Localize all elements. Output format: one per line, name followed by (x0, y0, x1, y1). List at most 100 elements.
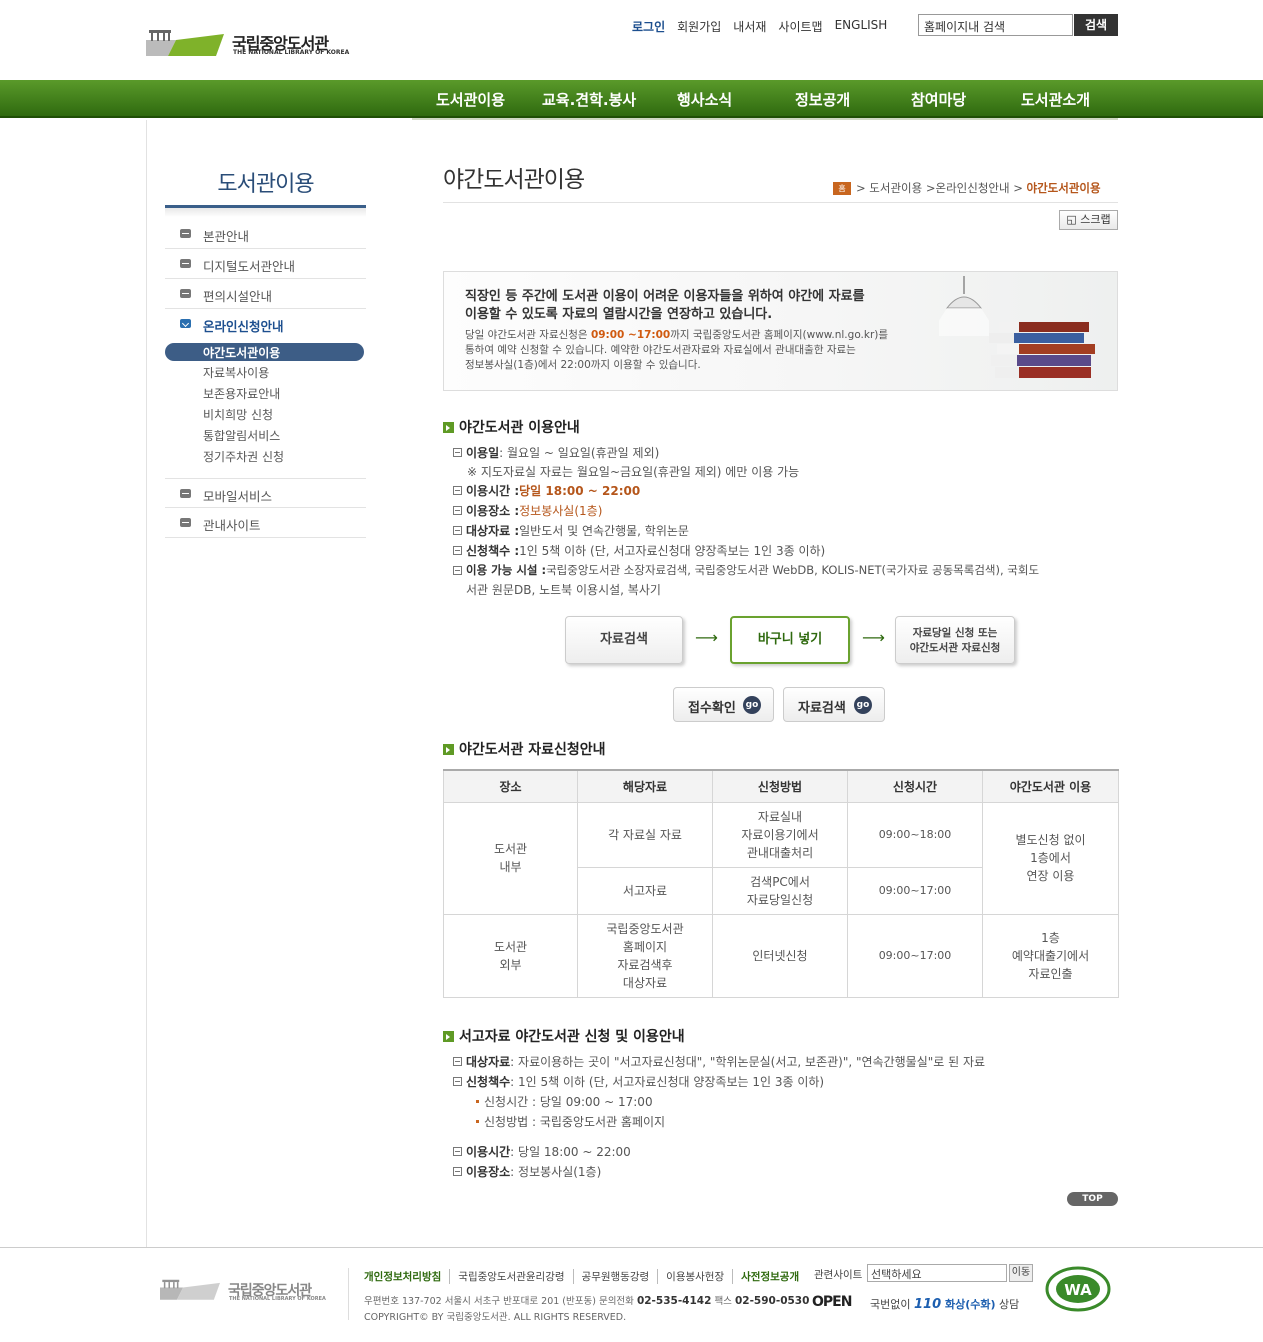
info-key: 이용 가능 시설 : (466, 563, 547, 577)
banner-text: 통하여 예약 신청할 수 있습니다. 예약한 야간도서관자료와 자료실에서 관내… (465, 344, 856, 356)
info-row-place: 이용장소 : 정보봉사실(1층) (453, 1163, 601, 1180)
arrow-right-icon: ⟶ (695, 628, 718, 647)
table-cell-use: 별도신청 없이 1층에서 연장 이용 (982, 801, 1119, 915)
table-row: 도서관 내부 각 자료실 자료 자료실내 자료이용기에서 관내대출처리 09:00~1… (443, 801, 1119, 915)
section-title-request-guide: 야간도서관 자료신청안내 (443, 739, 606, 759)
info-value: 정보봉사실(1층) (519, 504, 603, 518)
books-icon (989, 322, 1095, 378)
lamp-icon (939, 276, 989, 336)
sidebar-item-digital-library[interactable]: 디지털도서관안내 (165, 249, 366, 279)
info-value: : 1인 5책 이하 (단, 서고자료신청대 양장족보는 1인 3종 이하) (510, 1075, 825, 1089)
scrap-label: 스크랩 (1080, 213, 1111, 226)
sidebar-item-internal-sites[interactable]: 관내사이트 (165, 508, 366, 538)
sidebar-item-main-hall[interactable]: 본관안내 (165, 219, 366, 249)
table-cell-item: 서고자료 (577, 866, 713, 915)
conduct-code-link[interactable]: 공무원행동강령 (572, 1269, 658, 1284)
flow-step-text: 야간도서관 자료신청 (909, 642, 1001, 654)
breadcrumb-online-request[interactable]: 온라인신청안내 (936, 180, 1010, 196)
go-icon: go (743, 696, 761, 714)
sidebar-item-online-request[interactable]: 온라인신청안내 (165, 309, 366, 339)
sidebar-subitem-notification[interactable]: 통합알림서비스 (203, 427, 280, 444)
subitem-label: 야간도서관이용 (203, 346, 281, 360)
search-button[interactable]: 검색 (1074, 14, 1118, 36)
info-value: : 자료이용하는 곳이 "서고자료신청대", "학위논문실(서고, 보존관)",… (510, 1055, 986, 1069)
info-row-count: 신청책수 : 1인 5책 이하 (단, 서고자료신청대 양장족보는 1인 3종 … (453, 1073, 824, 1090)
nav-participation[interactable]: 참여마당 (911, 89, 966, 110)
nav-about[interactable]: 도서관소개 (1021, 89, 1090, 110)
footer-separator (348, 1268, 349, 1320)
library-logo-icon (146, 30, 224, 56)
sidebar-item-facilities[interactable]: 편의시설안내 (165, 279, 366, 309)
english-link[interactable]: ENGLISH (835, 18, 888, 35)
consult-text: 상담 (995, 1298, 1020, 1311)
scrap-button[interactable]: ◱ 스크랩 (1059, 210, 1118, 230)
prior-disclosure-link[interactable]: 사전정보공개 (732, 1269, 807, 1284)
utility-nav: 로그인 회원가입 내서재 사이트맵 ENGLISH (632, 18, 899, 35)
info-key: 신청책수 (466, 1075, 511, 1089)
info-key: 대상자료 (466, 1055, 511, 1069)
sidebar-subitem-parking[interactable]: 정기주차권 신청 (203, 448, 284, 465)
table-cell-method: 검색PC에서 자료당일신청 (712, 866, 848, 915)
signup-link[interactable]: 회원가입 (677, 18, 721, 35)
table-cell-place: 도서관 외부 (443, 913, 578, 998)
column-header: 장소 (443, 769, 578, 803)
web-accessibility-mark-icon: WA (1045, 1266, 1111, 1312)
breadcrumb-library-use[interactable]: 도서관이용 (869, 180, 922, 196)
sidebar-divider (146, 120, 147, 1248)
info-row-target: 대상자료 : 자료이용하는 곳이 "서고자료신청대", "학위논문실(서고, 보… (453, 1053, 985, 1070)
info-row-facility: 이용 가능 시설 : 국립중앙도서관 소장자료검색, 국립중앙도서관 WebDB… (453, 562, 1039, 578)
phone-number: 02-535-4142 (636, 1295, 712, 1307)
title-divider (443, 202, 1118, 203)
related-sites-select[interactable]: 선택하세요 (867, 1264, 1007, 1282)
intro-banner: 직장인 등 주간에 도서관 이용이 어려운 이용자들을 위하여 야간에 자료를 이… (443, 271, 1118, 391)
column-header: 신청시간 (847, 769, 983, 803)
sidebar-subitem-copy[interactable]: 자료복사이용 (203, 364, 269, 381)
table-cell-time: 09:00~18:00 (847, 801, 983, 868)
info-row-count: 신청책수 : 1인 5책 이하 (단, 서고자료신청대 양장족보는 1인 3종 … (453, 542, 825, 559)
table-cell-item: 국립중앙도서관 홈페이지 자료검색후 대상자료 (577, 913, 713, 998)
info-row-time: 이용시간 : 당일 18:00 ~ 22:00 (453, 1143, 631, 1160)
dot-icon (476, 1120, 479, 1123)
info-key: 이용장소 : (466, 504, 520, 518)
collapse-icon (180, 489, 191, 498)
section-title-text: 야간도서관 자료신청안내 (459, 742, 606, 758)
nav-information[interactable]: 정보공개 (795, 89, 850, 110)
service-charter-link[interactable]: 이용봉사헌장 (657, 1269, 732, 1284)
related-sites-go-button[interactable]: 이동 (1009, 1264, 1033, 1282)
bullet-arrow-icon (443, 1030, 454, 1042)
sidebar-subitem-preservation[interactable]: 보존용자료안내 (203, 385, 280, 402)
check-receipt-button[interactable]: 접수확인 go (673, 687, 774, 722)
main-nav: 도서관이용 교육.견학.봉사 행사소식 정보공개 참여마당 도서관소개 (0, 80, 1263, 118)
nav-library-use[interactable]: 도서관이용 (436, 89, 505, 110)
sitemap-link[interactable]: 사이트맵 (778, 18, 822, 35)
home-icon[interactable]: 홈 (833, 181, 851, 195)
nav-education[interactable]: 교육.견학.봉사 (542, 89, 636, 110)
info-value: 신청시간 : 당일 09:00 ~ 17:00 (484, 1095, 653, 1109)
privacy-policy-link[interactable]: 개인정보처리방침 (364, 1269, 449, 1284)
collapse-icon (180, 259, 191, 268)
ethics-code-link[interactable]: 국립중앙도서관윤리강령 (449, 1269, 572, 1284)
bullet-icon (453, 486, 462, 495)
banner-text: 당일 야간도서관 자료신청은 (465, 329, 591, 341)
footer-logo: 국립중앙도서관 THE NATIONAL LIBRARY OF KOREA (160, 1278, 335, 1304)
table-cell-time: 09:00~17:00 (847, 866, 983, 915)
column-header: 신청방법 (712, 769, 848, 803)
sidebar-item-mobile[interactable]: 모바일서비스 (165, 478, 366, 508)
top-button[interactable]: TOP (1067, 1192, 1118, 1206)
search-materials-button[interactable]: 자료검색 go (783, 687, 885, 722)
arrow-right-icon: ⟶ (862, 628, 885, 647)
site-search-input[interactable]: 홈페이지내 검색 (918, 14, 1073, 36)
info-row-facility-cont: 서관 원문DB, 노트북 이용시설, 복사기 (466, 581, 661, 598)
site-logo[interactable]: 국립중앙도서관 THE NATIONAL LIBRARY OF KOREA (146, 28, 356, 58)
login-link[interactable]: 로그인 (632, 18, 665, 35)
sidebar-subitem-purchase-request[interactable]: 비치희망 신청 (203, 406, 273, 423)
nav-events[interactable]: 행사소식 (677, 89, 732, 110)
my-library-link[interactable]: 내서재 (733, 18, 766, 35)
section-title-stack-materials: 서고자료 야간도서관 신청 및 이용안내 (443, 1026, 685, 1046)
info-key: 이용시간 (466, 1145, 511, 1159)
sidebar-subitem-night-library[interactable]: 야간도서관이용 (165, 343, 364, 361)
footer-divider (0, 1247, 1263, 1248)
breadcrumb-separator: > (856, 181, 870, 195)
banner-description: 당일 야간도서관 자료신청은 09:00 ~17:00까지 국립중앙도서관 홈페… (465, 328, 925, 373)
info-value: : 당일 18:00 ~ 22:00 (510, 1145, 631, 1159)
